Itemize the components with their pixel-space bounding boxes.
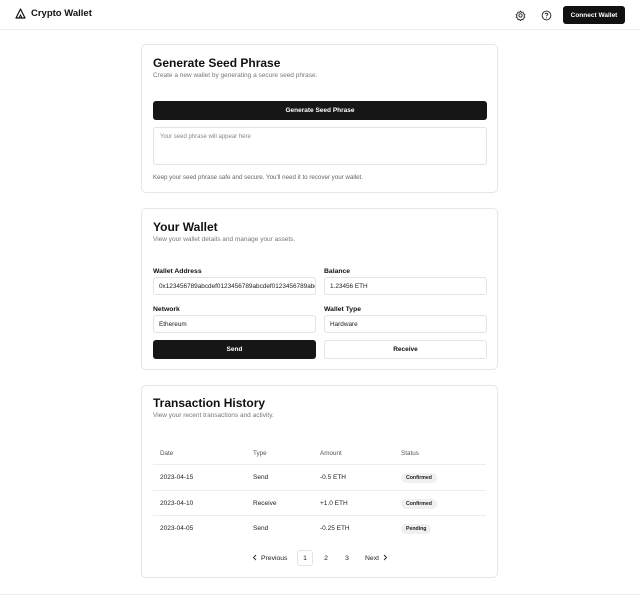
brand[interactable]: Crypto Wallet — [15, 8, 92, 19]
pagination-page-2[interactable]: 2 — [318, 550, 334, 566]
gear-icon[interactable] — [514, 9, 526, 21]
history-card-subtitle: View your recent transactions and activi… — [153, 412, 274, 419]
table-divider — [153, 490, 486, 491]
wallet-card-title: Your Wallet — [153, 220, 218, 234]
row-type: Send — [253, 525, 269, 532]
pagination-next-label: Next — [365, 554, 379, 562]
status-badge: Pending — [401, 524, 432, 534]
history-card-title: Transaction History — [153, 396, 266, 410]
status-badge: Confirmed — [401, 499, 437, 509]
network-label: Network — [153, 306, 180, 313]
seed-card-title: Generate Seed Phrase — [153, 56, 281, 70]
chevron-right-icon — [383, 554, 388, 563]
help-circle-icon[interactable] — [540, 9, 552, 21]
column-header-amount: Amount — [320, 450, 342, 457]
column-header-type: Type — [253, 450, 267, 457]
app-title: Crypto Wallet — [31, 8, 92, 19]
row-date: 2023-04-10 — [160, 500, 194, 507]
balance-field[interactable]: 1.23456 ETH — [324, 277, 487, 295]
connect-wallet-button[interactable]: Connect Wallet — [563, 6, 625, 24]
seed-safety-note: Keep your seed phrase safe and secure. Y… — [153, 174, 363, 181]
pagination-next[interactable]: Next — [365, 550, 388, 566]
wallet-address-field[interactable]: 0x123456789abcdef0123456789abcdef0123456… — [153, 277, 316, 295]
chevron-left-icon — [252, 554, 257, 563]
row-type: Send — [253, 474, 269, 481]
pagination-previous-label: Previous — [261, 554, 288, 562]
send-button[interactable]: Send — [153, 340, 316, 359]
row-date: 2023-04-05 — [160, 525, 194, 532]
pagination-page-3[interactable]: 3 — [339, 550, 355, 566]
table-divider — [153, 515, 486, 516]
footer-divider — [0, 594, 640, 595]
column-header-date: Date — [160, 450, 174, 457]
generate-seed-button[interactable]: Generate Seed Phrase — [153, 101, 487, 120]
network-field[interactable]: Ethereum — [153, 315, 316, 333]
balance-label: Balance — [324, 268, 351, 275]
pagination-previous[interactable]: Previous — [252, 550, 287, 566]
seed-card-subtitle: Create a new wallet by generating a secu… — [153, 72, 318, 79]
seed-phrase-textarea[interactable]: Your seed phrase will appear here — [153, 127, 487, 165]
triangle-logo-icon — [15, 8, 26, 19]
app-header: Crypto Wallet Connect Wallet — [0, 0, 640, 30]
row-amount: -0.5 ETH — [320, 474, 347, 481]
row-type: Receive — [253, 500, 277, 507]
column-header-status: Status — [401, 450, 419, 457]
status-badge: Confirmed — [401, 473, 437, 483]
table-divider — [153, 464, 486, 465]
wallet-type-label: Wallet Type — [324, 306, 362, 313]
pagination-page-1[interactable]: 1 — [297, 550, 313, 566]
row-amount: -0.25 ETH — [320, 525, 350, 532]
wallet-type-field[interactable]: Hardware — [324, 315, 487, 333]
row-date: 2023-04-15 — [160, 474, 194, 481]
wallet-card-subtitle: View your wallet details and manage your… — [153, 236, 296, 243]
receive-button[interactable]: Receive — [324, 340, 487, 359]
row-amount: +1.0 ETH — [320, 500, 348, 507]
wallet-address-label: Wallet Address — [153, 268, 202, 275]
